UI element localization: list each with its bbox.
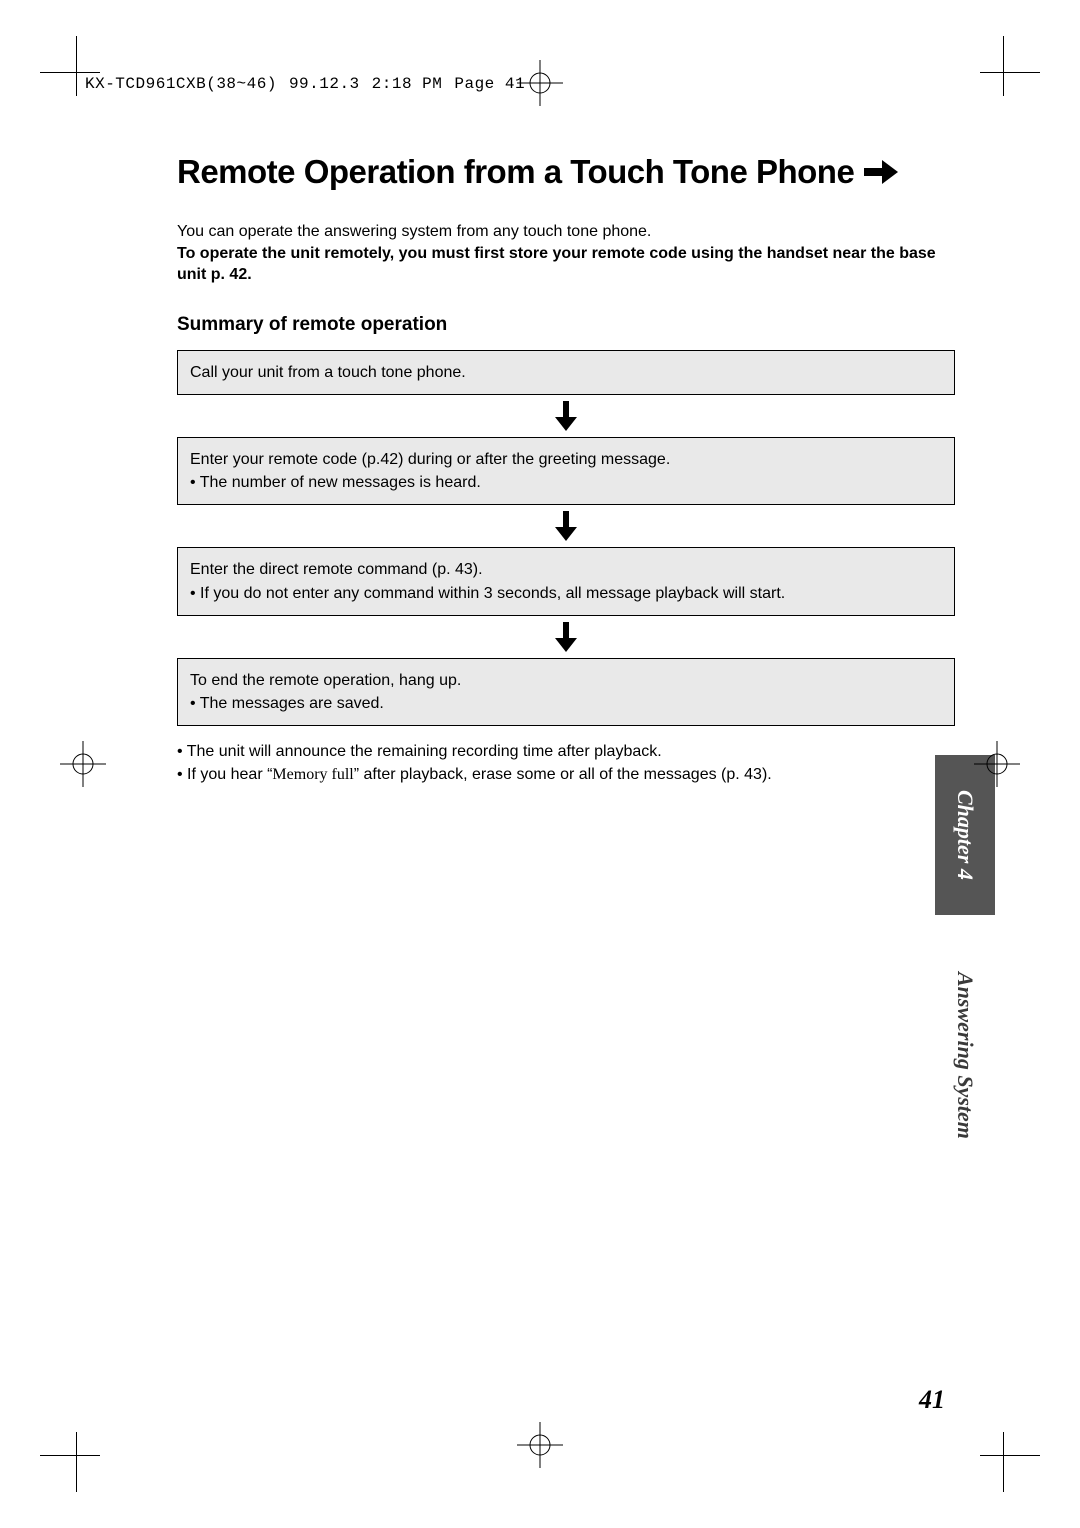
- step-2: Enter your remote code (p.42) during or …: [177, 437, 955, 505]
- slug-page: Page 41: [454, 75, 525, 93]
- note-1: • The unit will announce the remaining r…: [177, 740, 955, 763]
- page: KX-TCD961CXB(38~46) 99.12.3 2:18 PM Page 41…: [85, 75, 985, 1455]
- crop-mark: [1003, 36, 1004, 96]
- step-4-line1: To end the remote operation, hang up.: [190, 669, 942, 692]
- intro-text: You can operate the answering system fro…: [177, 221, 955, 286]
- registration-mark-icon: [517, 60, 563, 106]
- crop-mark: [40, 72, 100, 73]
- step-3-line2: • If you do not enter any command within…: [190, 582, 942, 605]
- note-2-quote: Memory full: [272, 766, 353, 783]
- note-2: • If you hear “Memory full” after playba…: [177, 763, 955, 786]
- note-2-post: ” after playback, erase some or all of t…: [354, 766, 772, 783]
- page-title: Remote Operation from a Touch Tone Phone: [177, 153, 854, 191]
- crop-mark: [40, 1455, 100, 1456]
- chapter-tab-bottom-text: Answering System: [952, 972, 978, 1139]
- chapter-tab: Chapter 4 Answering System: [935, 755, 995, 1175]
- step-connector: [177, 401, 955, 431]
- step-4: To end the remote operation, hang up. • …: [177, 658, 955, 726]
- arrow-down-icon: [555, 622, 577, 652]
- arrow-down-icon: [555, 511, 577, 541]
- post-notes: • The unit will announce the remaining r…: [177, 740, 955, 786]
- intro-bold: To operate the unit remotely, you must f…: [177, 243, 955, 286]
- intro-line1: You can operate the answering system fro…: [177, 221, 955, 243]
- chapter-tab-top-text: Chapter 4: [952, 790, 978, 880]
- step-4-line2: • The messages are saved.: [190, 692, 942, 715]
- arrow-down-icon: [555, 401, 577, 431]
- crop-mark: [1003, 1432, 1004, 1492]
- registration-mark-icon: [517, 1422, 563, 1468]
- step-1-text: Call your unit from a touch tone phone.: [190, 361, 942, 384]
- step-connector: [177, 622, 955, 652]
- content-area: Remote Operation from a Touch Tone Phone…: [177, 153, 955, 786]
- continue-arrow-icon: [864, 160, 898, 184]
- step-3-line1: Enter the direct remote command (p. 43).: [190, 558, 942, 581]
- slug-file: KX-TCD961CXB(38~46): [85, 75, 277, 93]
- crop-mark: [980, 1455, 1040, 1456]
- page-number: 41: [919, 1385, 945, 1415]
- crop-mark: [76, 36, 77, 96]
- section-subhead: Summary of remote operation: [177, 314, 955, 336]
- step-2-line1: Enter your remote code (p.42) during or …: [190, 448, 942, 471]
- crop-mark: [76, 1432, 77, 1492]
- chapter-tab-bottom: Answering System: [935, 915, 995, 1195]
- step-1: Call your unit from a touch tone phone.: [177, 350, 955, 395]
- step-2-line2: • The number of new messages is heard.: [190, 471, 942, 494]
- step-connector: [177, 511, 955, 541]
- page-title-row: Remote Operation from a Touch Tone Phone: [177, 153, 955, 191]
- slug-time: 2:18 PM: [372, 75, 443, 93]
- note-2-pre: • If you hear “: [177, 766, 272, 783]
- registration-mark-icon: [60, 741, 106, 787]
- slug-date: 99.12.3: [289, 75, 360, 93]
- registration-mark-icon: [974, 741, 1020, 787]
- step-3: Enter the direct remote command (p. 43).…: [177, 547, 955, 615]
- crop-mark: [980, 72, 1040, 73]
